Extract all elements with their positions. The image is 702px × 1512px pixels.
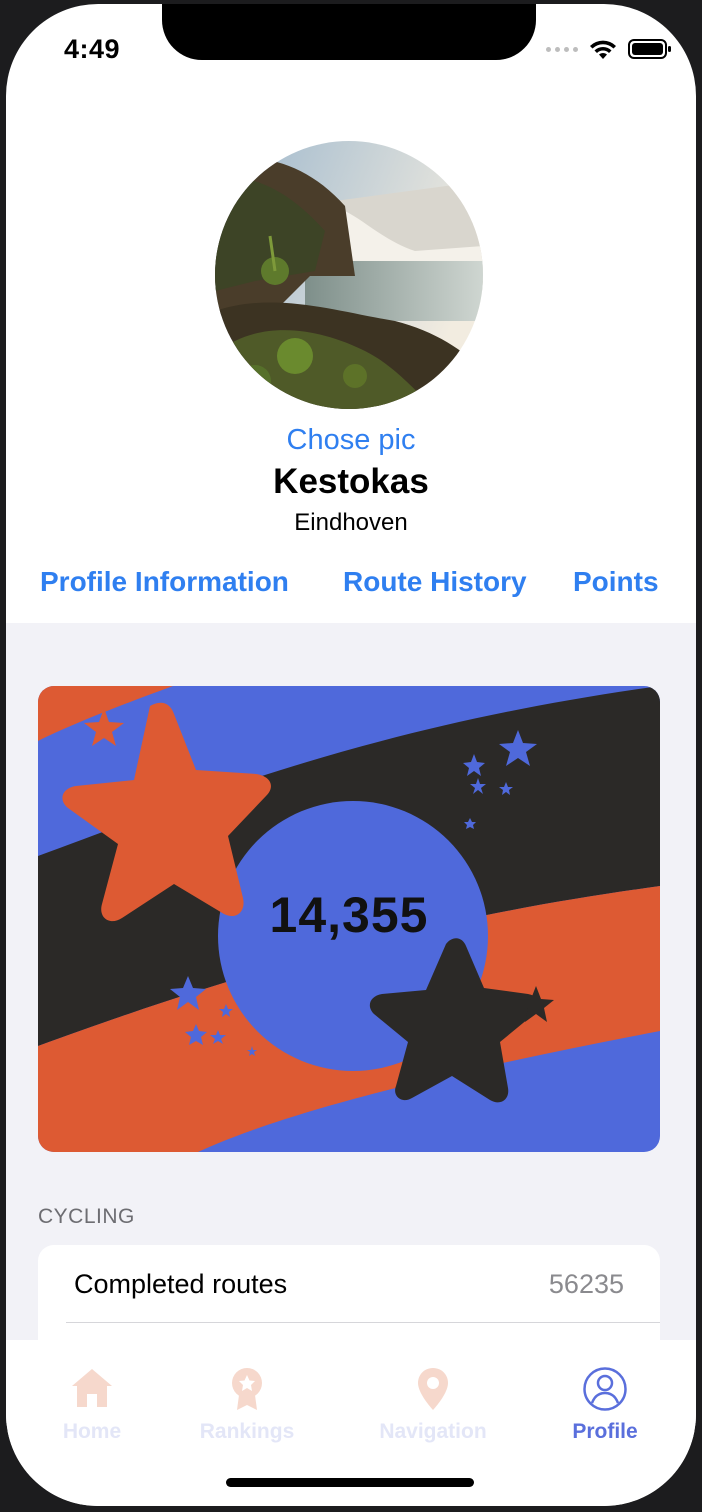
tab-profile-information[interactable]: Profile Information	[40, 566, 289, 598]
profile-tabs: Profile Information Route History Points	[6, 566, 696, 606]
tab-bar-navigation[interactable]: Navigation	[347, 1340, 519, 1450]
cycling-section-header: CYCLING	[38, 1205, 135, 1228]
wifi-icon	[590, 40, 616, 59]
tab-route-history[interactable]: Route History	[343, 566, 527, 598]
user-city: Eindhoven	[294, 509, 408, 536]
user-name: Kestokas	[273, 462, 429, 501]
status-time: 4:49	[64, 34, 121, 64]
row-divider	[66, 1322, 660, 1323]
tab-bar-label: Profile	[572, 1420, 638, 1443]
person-circle-icon	[583, 1367, 627, 1411]
tab-bar-rankings[interactable]: Rankings	[161, 1340, 333, 1450]
status-bar: 4:49	[6, 4, 696, 94]
badge-icon	[232, 1368, 262, 1410]
profile-avatar	[215, 141, 483, 409]
screen: 4:49 Chose pic Kestokas Eindhoven Profil…	[6, 4, 696, 1506]
tab-bar-label: Navigation	[379, 1420, 487, 1443]
choose-picture-link[interactable]: Chose pic	[6, 424, 696, 457]
waterfall-photo	[215, 141, 483, 409]
stats-row-value: 56235	[548, 1269, 624, 1299]
tab-bar-label: Home	[62, 1420, 122, 1443]
notch	[162, 4, 536, 60]
battery-icon	[628, 39, 671, 59]
home-icon	[72, 1369, 112, 1407]
tab-points[interactable]: Points	[573, 566, 659, 598]
points-total: 14,355	[269, 887, 429, 943]
tab-bar-profile[interactable]: Profile	[519, 1340, 691, 1450]
map-pin-icon	[418, 1368, 448, 1410]
points-card: 14,355	[38, 686, 660, 1152]
stats-row-completed-routes[interactable]: Completed routes 56235	[38, 1245, 660, 1323]
tab-bar-home[interactable]: Home	[6, 1340, 178, 1450]
home-indicator	[226, 1478, 474, 1487]
tab-bar-label: Rankings	[199, 1420, 295, 1443]
points-content: 14,355 CYCLING Completed routes 56235	[6, 623, 696, 1445]
cellular-signal-icon	[546, 46, 578, 52]
stats-row-label: Completed routes	[74, 1269, 288, 1299]
phone-frame: 4:49 Chose pic Kestokas Eindhoven Profil…	[0, 0, 702, 1512]
status-icons	[546, 38, 672, 60]
